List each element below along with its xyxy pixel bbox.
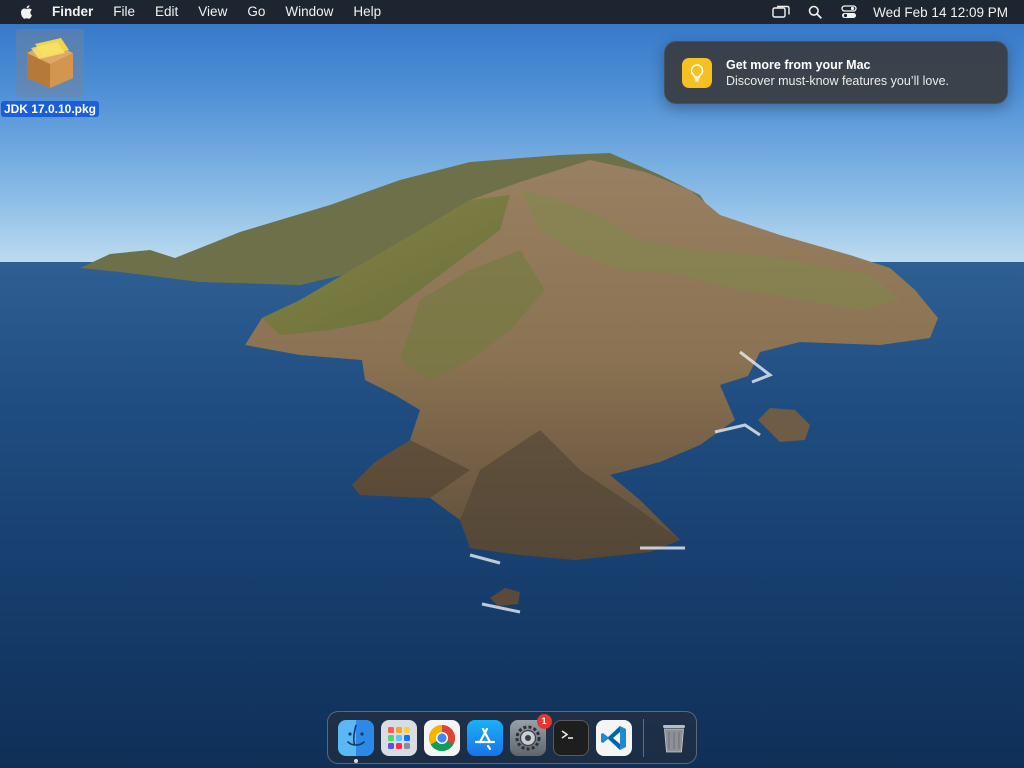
menu-bar-status-area: Wed Feb 14 12:09 PM: [757, 0, 1024, 24]
finder-icon: [346, 724, 365, 746]
control-center-icon[interactable]: [839, 0, 859, 24]
dock-item-launchpad[interactable]: [380, 719, 417, 756]
notification-badge: 1: [536, 713, 552, 729]
menu-app-name[interactable]: Finder: [38, 0, 103, 24]
desktop-item-jdk-pkg[interactable]: JDK 17.0.10.pkg: [0, 29, 100, 118]
spotlight-search-icon[interactable]: [805, 0, 825, 24]
dock-item-chrome[interactable]: [423, 719, 460, 756]
dock-item-system-settings[interactable]: 1: [509, 713, 552, 756]
apple-menu-icon[interactable]: [14, 0, 38, 24]
trash-icon: [662, 724, 685, 752]
vscode-icon: [600, 725, 626, 750]
settings-icon: [515, 725, 540, 750]
app-store-icon: [474, 727, 495, 750]
dock-item-trash[interactable]: [656, 720, 692, 756]
menu-edit[interactable]: Edit: [145, 0, 188, 24]
launchpad-icon: [387, 726, 410, 749]
menu-help[interactable]: Help: [343, 0, 391, 24]
wallpaper-island: [80, 153, 938, 614]
notification-body: Discover must-know features you’ll love.: [726, 73, 949, 88]
dock-item-terminal[interactable]: [552, 719, 589, 756]
dock-item-finder[interactable]: [337, 719, 374, 763]
desktop-item-label: JDK 17.0.10.pkg: [0, 101, 100, 117]
running-indicator: [353, 758, 358, 763]
chrome-icon: [428, 724, 455, 751]
menu-file[interactable]: File: [103, 0, 145, 24]
notification-banner[interactable]: Get more from your Mac Discover must-kno…: [664, 41, 1008, 104]
dock-item-vscode[interactable]: [595, 719, 632, 756]
package-icon: [16, 29, 84, 97]
dock-item-app-store[interactable]: [466, 719, 503, 756]
menu-view[interactable]: View: [188, 0, 237, 24]
lightbulb-icon: [682, 57, 712, 88]
menu-go[interactable]: Go: [237, 0, 275, 24]
menu-bar: Finder File Edit View Go Window Help Wed…: [0, 0, 1024, 24]
desktop-wallpaper: [0, 0, 1024, 768]
menu-bar-clock[interactable]: Wed Feb 14 12:09 PM: [873, 5, 1008, 20]
notification-title: Get more from your Mac: [726, 57, 871, 72]
notification-text: Get more from your Mac Discover must-kno…: [726, 57, 949, 89]
screen-mirroring-icon[interactable]: [771, 0, 791, 24]
menu-window[interactable]: Window: [275, 0, 343, 24]
dock-separator: [643, 718, 644, 757]
dock: 1: [327, 711, 697, 764]
terminal-icon: [561, 729, 573, 739]
